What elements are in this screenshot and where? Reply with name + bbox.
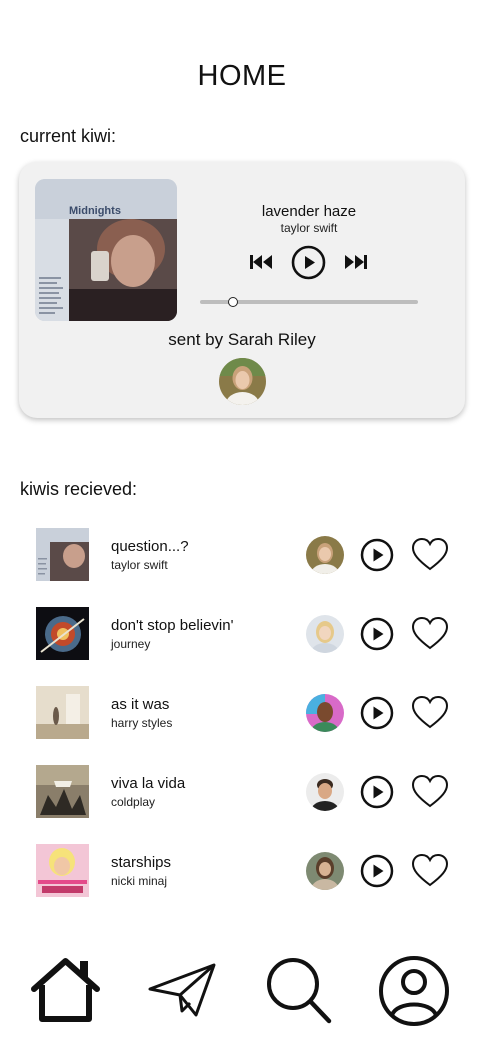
next-icon — [345, 255, 367, 269]
nav-search[interactable] — [263, 955, 338, 1027]
previous-icon — [250, 255, 272, 269]
search-icon — [267, 958, 332, 1024]
play-circle-icon — [360, 696, 394, 730]
nav-send[interactable] — [146, 955, 221, 1027]
sender-avatar[interactable] — [306, 615, 344, 653]
like-button[interactable] — [411, 853, 449, 888]
song-artist: journey — [111, 637, 151, 651]
previous-button[interactable] — [249, 253, 273, 271]
play-button[interactable] — [360, 854, 394, 888]
album-cover — [36, 528, 89, 581]
heart-icon — [411, 616, 449, 650]
song-title: question...? — [111, 538, 189, 555]
album-cover: Midnights — [35, 179, 177, 321]
heart-icon — [411, 695, 449, 729]
play-circle-icon — [291, 245, 326, 280]
list-item[interactable]: don't stop believin' journey — [0, 606, 484, 666]
song-artist: coldplay — [111, 795, 156, 809]
play-circle-icon — [360, 775, 394, 809]
sender-avatar[interactable] — [306, 773, 344, 811]
album-cover-title: Midnights — [69, 205, 121, 217]
play-button[interactable] — [291, 245, 326, 280]
home-icon — [31, 958, 100, 1022]
song-title: viva la vida — [111, 775, 186, 792]
album-cover — [36, 686, 89, 739]
song-title: starships — [111, 854, 172, 871]
play-button[interactable] — [360, 775, 394, 809]
profile-icon — [379, 956, 449, 1026]
list-item[interactable]: question...? taylor swift — [0, 527, 484, 587]
heart-icon — [411, 774, 449, 808]
play-button[interactable] — [360, 617, 394, 651]
now-playing-song: lavender haze — [261, 203, 357, 220]
heart-icon — [411, 853, 449, 887]
sender-avatar[interactable] — [306, 852, 344, 890]
now-playing-card: Midnights lavender haze taylor swift sen… — [19, 162, 465, 418]
song-title: as it was — [111, 696, 170, 713]
nav-profile[interactable] — [377, 955, 452, 1027]
play-circle-icon — [360, 538, 394, 572]
next-button[interactable] — [344, 253, 368, 271]
list-item[interactable]: as it was harry styles — [0, 685, 484, 745]
sent-by-label: sent by Sarah Riley — [168, 330, 316, 349]
current-kiwi-label: current kiwi: — [20, 126, 117, 146]
kiwis-received-label: kiwis recieved: — [20, 479, 138, 499]
sender-avatar[interactable] — [306, 536, 344, 574]
progress-slider[interactable] — [200, 297, 418, 307]
song-artist: nicki minaj — [111, 874, 168, 888]
now-playing-artist: taylor swift — [280, 221, 338, 235]
album-cover — [36, 765, 89, 818]
album-cover — [36, 844, 89, 897]
play-button[interactable] — [360, 696, 394, 730]
progress-knob[interactable] — [228, 297, 238, 307]
like-button[interactable] — [411, 537, 449, 572]
play-circle-icon — [360, 854, 394, 888]
sender-avatar[interactable] — [306, 694, 344, 732]
send-icon — [148, 963, 216, 1017]
play-circle-icon — [360, 617, 394, 651]
like-button[interactable] — [411, 774, 449, 809]
like-button[interactable] — [411, 695, 449, 730]
heart-icon — [411, 537, 449, 571]
sender-avatar[interactable] — [219, 358, 266, 405]
list-item[interactable]: starships nicki minaj — [0, 843, 484, 903]
page-title: HOME — [197, 60, 287, 92]
like-button[interactable] — [411, 616, 449, 651]
play-button[interactable] — [360, 538, 394, 572]
song-artist: harry styles — [111, 716, 173, 730]
list-item[interactable]: viva la vida coldplay — [0, 764, 484, 824]
song-artist: taylor swift — [111, 558, 168, 572]
album-cover — [36, 607, 89, 660]
song-title: don't stop believin' — [111, 617, 234, 634]
nav-home[interactable] — [28, 955, 103, 1027]
